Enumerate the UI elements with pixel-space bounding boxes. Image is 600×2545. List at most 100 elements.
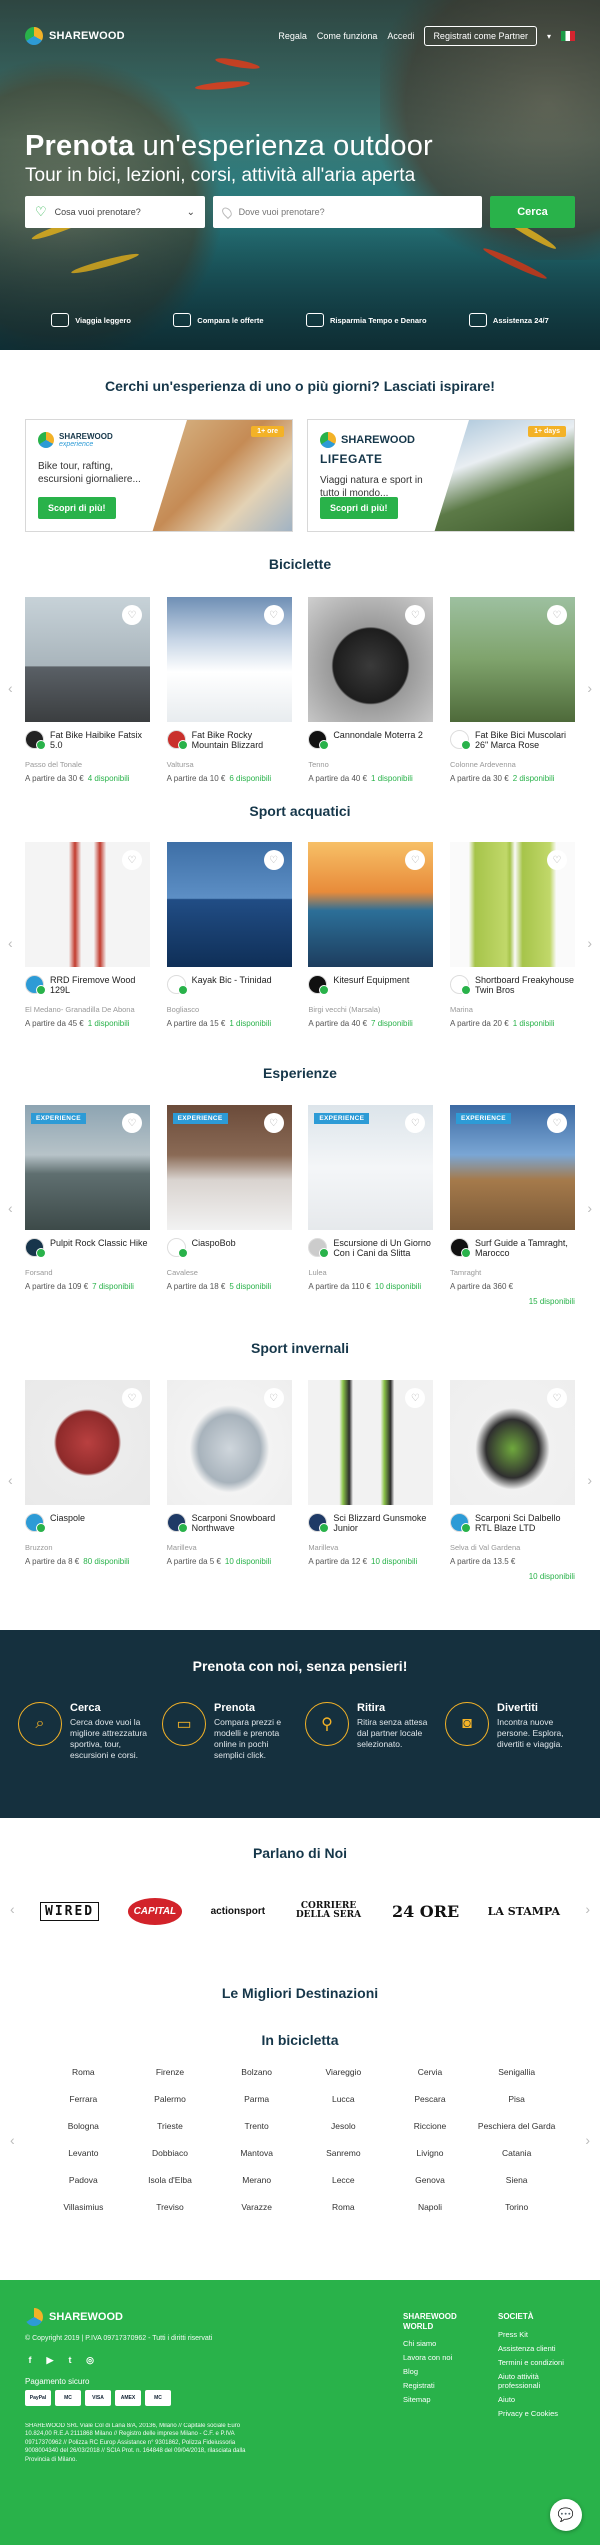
footer-link[interactable]: Privacy e Cookies xyxy=(498,2409,578,2418)
language-chevron-icon[interactable]: ▾ xyxy=(547,32,551,41)
destination-link[interactable]: Senigallia xyxy=(473,2067,560,2077)
destination-link[interactable]: Riccione xyxy=(387,2121,474,2131)
destination-link[interactable]: Lecce xyxy=(300,2175,387,2185)
favorite-heart-icon[interactable]: ♡ xyxy=(122,850,142,870)
footer-link[interactable]: Press Kit xyxy=(498,2330,578,2339)
next-arrow-icon[interactable]: › xyxy=(587,1472,592,1488)
product-card[interactable]: ♡ Fat Bike Bici Muscolari 26" Marca Rose… xyxy=(449,597,575,783)
footer-link[interactable]: Aiuto attività professionali xyxy=(498,2372,578,2390)
destination-link[interactable]: Palermo xyxy=(127,2094,214,2104)
favorite-heart-icon[interactable]: ♡ xyxy=(546,1113,567,1133)
footer-link[interactable]: Registrati xyxy=(403,2381,473,2390)
favorite-heart-icon[interactable]: ♡ xyxy=(405,1113,426,1133)
destination-link[interactable]: Ferrara xyxy=(40,2094,127,2104)
destination-link[interactable]: Treviso xyxy=(127,2202,214,2212)
destination-link[interactable]: Jesolo xyxy=(300,2121,387,2131)
favorite-heart-icon[interactable]: ♡ xyxy=(546,605,567,625)
footer-link[interactable]: Blog xyxy=(403,2367,473,2376)
favorite-heart-icon[interactable]: ♡ xyxy=(263,1388,284,1408)
destination-link[interactable]: Roma xyxy=(300,2202,387,2212)
chat-bubble-icon[interactable]: 💬 xyxy=(550,2499,582,2531)
product-card[interactable]: ♡ Fat Bike Haibike Fatsix 5.0 Passo del … xyxy=(25,597,150,783)
destination-link[interactable]: Trento xyxy=(213,2121,300,2131)
prev-arrow-icon[interactable]: ‹ xyxy=(10,1901,15,1917)
product-card[interactable]: ♡ RRD Firemove Wood 129L El Medano- Gran… xyxy=(25,842,150,1028)
destination-link[interactable]: Varazze xyxy=(213,2202,300,2212)
twitter-icon[interactable]: t xyxy=(65,2355,75,2365)
product-card[interactable]: ♡ Scarponi Snowboard Northwave Marilleva… xyxy=(166,1380,292,1581)
footer-link[interactable]: Sitemap xyxy=(403,2395,473,2404)
destination-link[interactable]: Cervia xyxy=(387,2067,474,2077)
destination-link[interactable]: Lucca xyxy=(300,2094,387,2104)
next-arrow-icon[interactable]: › xyxy=(587,935,592,951)
favorite-heart-icon[interactable]: ♡ xyxy=(263,605,284,625)
product-card[interactable]: ♡ Shortboard Freakyhouse Twin Bros Marin… xyxy=(449,842,575,1028)
destination-link[interactable]: Trieste xyxy=(127,2121,214,2131)
favorite-heart-icon[interactable]: ♡ xyxy=(405,850,426,870)
promo-lifegate[interactable]: SHAREWOOD LIFEGATE Viaggi natura e sport… xyxy=(307,419,575,532)
footer-logo[interactable]: SHAREWOOD xyxy=(25,2308,123,2326)
nav-accedi[interactable]: Accedi xyxy=(387,31,414,41)
next-arrow-icon[interactable]: › xyxy=(585,2132,590,2148)
product-card[interactable]: ♡ Kayak Bic - Trinidad Bogliasco A parti… xyxy=(166,842,292,1028)
prev-arrow-icon[interactable]: ‹ xyxy=(8,680,13,696)
promo-experience-button[interactable]: Scopri di più! xyxy=(38,497,116,519)
facebook-icon[interactable]: f xyxy=(25,2355,35,2365)
prev-arrow-icon[interactable]: ‹ xyxy=(8,935,13,951)
next-arrow-icon[interactable]: › xyxy=(587,1200,592,1216)
favorite-heart-icon[interactable]: ♡ xyxy=(405,1388,426,1408)
destination-link[interactable]: Siena xyxy=(473,2175,560,2185)
nav-regala[interactable]: Regala xyxy=(278,31,307,41)
prev-arrow-icon[interactable]: ‹ xyxy=(8,1472,13,1488)
destination-link[interactable]: Roma xyxy=(40,2067,127,2077)
product-card[interactable]: ♡ Cannondale Moterra 2 Tenno A partire d… xyxy=(308,597,434,783)
favorite-heart-icon[interactable]: ♡ xyxy=(546,850,567,870)
destination-link[interactable]: Bolzano xyxy=(213,2067,300,2077)
destination-link[interactable]: Padova xyxy=(40,2175,127,2185)
experience-card[interactable]: EXPERIENCE ♡ Pulpit Rock Classic Hike For… xyxy=(25,1105,150,1306)
footer-link[interactable]: Aiuto xyxy=(498,2395,578,2404)
experience-card[interactable]: EXPERIENCE ♡ Escursione di Un Giorno Con … xyxy=(308,1105,434,1306)
search-button[interactable]: Cerca xyxy=(490,196,575,228)
destination-link[interactable]: Mantova xyxy=(213,2148,300,2158)
prev-arrow-icon[interactable]: ‹ xyxy=(8,1200,13,1216)
product-card[interactable]: ♡ Fat Bike Rocky Mountain Blizzard Valtu… xyxy=(166,597,292,783)
location-field[interactable] xyxy=(213,196,482,228)
favorite-heart-icon[interactable]: ♡ xyxy=(122,605,142,625)
destination-link[interactable]: Villasimius xyxy=(40,2202,127,2212)
nav-come-funziona[interactable]: Come funziona xyxy=(317,31,378,41)
destination-link[interactable]: Peschiera del Garda xyxy=(473,2121,560,2131)
experience-card[interactable]: EXPERIENCE ♡ Surf Guide a Tamraght, Maroc… xyxy=(449,1105,575,1306)
destination-link[interactable]: Levanto xyxy=(40,2148,127,2158)
favorite-heart-icon[interactable]: ♡ xyxy=(546,1388,567,1408)
favorite-heart-icon[interactable]: ♡ xyxy=(263,850,284,870)
prev-arrow-icon[interactable]: ‹ xyxy=(10,2132,15,2148)
brand-logo[interactable]: SHAREWOOD xyxy=(25,27,125,45)
product-card[interactable]: ♡ Kitesurf Equipment Birgi vecchi (Marsa… xyxy=(308,842,434,1028)
experience-card[interactable]: EXPERIENCE ♡ CiaspoBob Cavalese A partire… xyxy=(166,1105,292,1306)
category-select[interactable]: ♡ Cosa vuoi prenotare? ⌄ xyxy=(25,196,205,228)
destination-link[interactable]: Firenze xyxy=(127,2067,214,2077)
destination-link[interactable]: Pescara xyxy=(387,2094,474,2104)
footer-link[interactable]: Lavora con noi xyxy=(403,2353,473,2362)
destination-link[interactable]: Livigno xyxy=(387,2148,474,2158)
destination-link[interactable]: Sanremo xyxy=(300,2148,387,2158)
product-card[interactable]: ♡ Sci Blizzard Gunsmoke Junior Marilleva… xyxy=(308,1380,434,1581)
footer-link[interactable]: Chi siamo xyxy=(403,2339,473,2348)
destination-link[interactable]: Napoli xyxy=(387,2202,474,2212)
next-arrow-icon[interactable]: › xyxy=(587,680,592,696)
favorite-heart-icon[interactable]: ♡ xyxy=(122,1388,142,1408)
footer-link[interactable]: Termini e condizioni xyxy=(498,2358,578,2367)
promo-lifegate-button[interactable]: Scopri di più! xyxy=(320,497,398,519)
destination-link[interactable]: Catania xyxy=(473,2148,560,2158)
product-card[interactable]: ♡ Ciaspole Bruzzon A partire da 8 €80 di… xyxy=(25,1380,150,1581)
destination-link[interactable]: Bologna xyxy=(40,2121,127,2131)
destination-link[interactable]: Isola d'Elba xyxy=(127,2175,214,2185)
instagram-icon[interactable]: ◎ xyxy=(85,2355,95,2365)
favorite-heart-icon[interactable]: ♡ xyxy=(263,1113,284,1133)
destination-link[interactable]: Pisa xyxy=(473,2094,560,2104)
favorite-heart-icon[interactable]: ♡ xyxy=(122,1113,142,1133)
favorite-heart-icon[interactable]: ♡ xyxy=(405,605,426,625)
destination-link[interactable]: Viareggio xyxy=(300,2067,387,2077)
location-input[interactable] xyxy=(238,207,472,217)
